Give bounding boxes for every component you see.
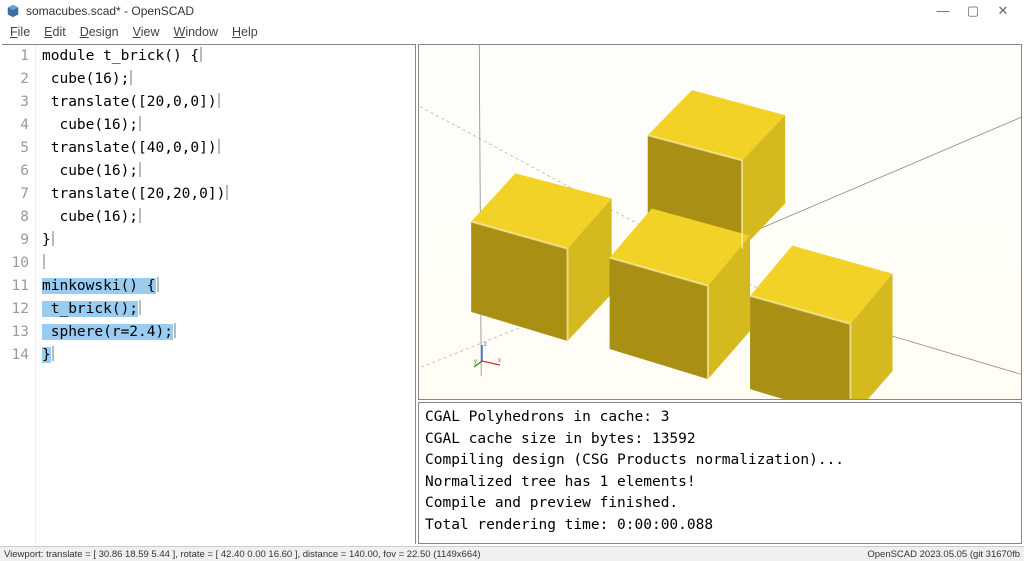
minimize-button[interactable]: — (928, 3, 958, 18)
line-number: 10 (2, 252, 29, 275)
line-number: 8 (2, 206, 29, 229)
code-editor[interactable]: 1234567891011121314 module t_brick() { c… (2, 44, 416, 544)
code-line[interactable] (42, 252, 415, 275)
line-end-marker (174, 323, 176, 338)
code-line[interactable]: sphere(r=2.4); (42, 321, 415, 344)
code-line[interactable]: module t_brick() { (42, 45, 415, 68)
window-title: somacubes.scad* - OpenSCAD (26, 4, 194, 18)
line-number: 9 (2, 229, 29, 252)
line-end-marker (52, 231, 54, 246)
menu-window[interactable]: Window (168, 24, 224, 40)
app-icon (6, 4, 20, 18)
line-number: 3 (2, 91, 29, 114)
line-number: 2 (2, 68, 29, 91)
line-end-marker (157, 277, 159, 292)
code-line[interactable]: cube(16); (42, 114, 415, 137)
line-end-marker (218, 93, 220, 108)
line-end-marker (43, 254, 45, 269)
code-area[interactable]: module t_brick() { cube(16); translate([… (36, 45, 415, 544)
console-output[interactable]: CGAL Polyhedrons in cache: 3CGAL cache s… (418, 402, 1022, 544)
menu-help[interactable]: Help (226, 24, 264, 40)
main-area: 1234567891011121314 module t_brick() { c… (0, 42, 1024, 546)
line-number: 1 (2, 45, 29, 68)
rendered-model (419, 45, 1021, 400)
status-left: Viewport: translate = [ 30.86 18.59 5.44… (4, 549, 481, 560)
line-number: 13 (2, 321, 29, 344)
menu-edit[interactable]: Edit (38, 24, 72, 40)
console-line: CGAL cache size in bytes: 13592 (425, 429, 1015, 451)
code-line[interactable]: translate([20,20,0]) (42, 183, 415, 206)
code-line[interactable]: minkowski() { (42, 275, 415, 298)
line-number: 6 (2, 160, 29, 183)
code-line[interactable]: translate([40,0,0]) (42, 137, 415, 160)
line-number: 4 (2, 114, 29, 137)
line-number: 7 (2, 183, 29, 206)
close-button[interactable]: ✕ (988, 3, 1018, 19)
model-cube (471, 173, 611, 341)
line-end-marker (226, 185, 228, 200)
line-end-marker (130, 70, 132, 85)
maximize-button[interactable]: ▢ (958, 3, 988, 19)
code-line[interactable]: cube(16); (42, 206, 415, 229)
line-number: 12 (2, 298, 29, 321)
line-number: 5 (2, 137, 29, 160)
statusbar: Viewport: translate = [ 30.86 18.59 5.44… (0, 546, 1024, 561)
console-line: CGAL Polyhedrons in cache: 3 (425, 407, 1015, 429)
svg-text:x: x (498, 358, 501, 364)
line-end-marker (139, 208, 141, 223)
line-number: 14 (2, 344, 29, 367)
code-line[interactable]: } (42, 344, 415, 367)
menu-file[interactable]: File (4, 24, 36, 40)
line-end-marker (139, 162, 141, 177)
line-end-marker (218, 139, 220, 154)
line-end-marker (200, 47, 202, 62)
menu-view[interactable]: View (127, 24, 166, 40)
line-number-gutter: 1234567891011121314 (2, 45, 36, 544)
menubar: File Edit Design View Window Help (0, 22, 1024, 42)
code-line[interactable]: } (42, 229, 415, 252)
axis-gizmo: z x y (474, 339, 504, 369)
code-line[interactable]: cube(16); (42, 160, 415, 183)
console-line: Total rendering time: 0:00:00.088 (425, 515, 1015, 537)
line-end-marker (52, 346, 54, 361)
model-cube (750, 246, 892, 400)
code-line[interactable]: t_brick(); (42, 298, 415, 321)
line-number: 11 (2, 275, 29, 298)
console-line: Normalized tree has 1 elements! (425, 472, 1015, 494)
svg-text:y: y (474, 359, 477, 365)
status-right: OpenSCAD 2023.05.05 (git 31670fb (867, 549, 1020, 560)
code-line[interactable]: translate([20,0,0]) (42, 91, 415, 114)
svg-text:z: z (484, 342, 487, 348)
code-line[interactable]: cube(16); (42, 68, 415, 91)
console-line: Compiling design (CSG Products normaliza… (425, 450, 1015, 472)
model-viewport[interactable]: z x y (418, 44, 1022, 400)
line-end-marker (139, 116, 141, 131)
line-end-marker (139, 300, 141, 315)
console-line: Compile and preview finished. (425, 493, 1015, 515)
titlebar: somacubes.scad* - OpenSCAD — ▢ ✕ (0, 0, 1024, 22)
menu-design[interactable]: Design (74, 24, 125, 40)
